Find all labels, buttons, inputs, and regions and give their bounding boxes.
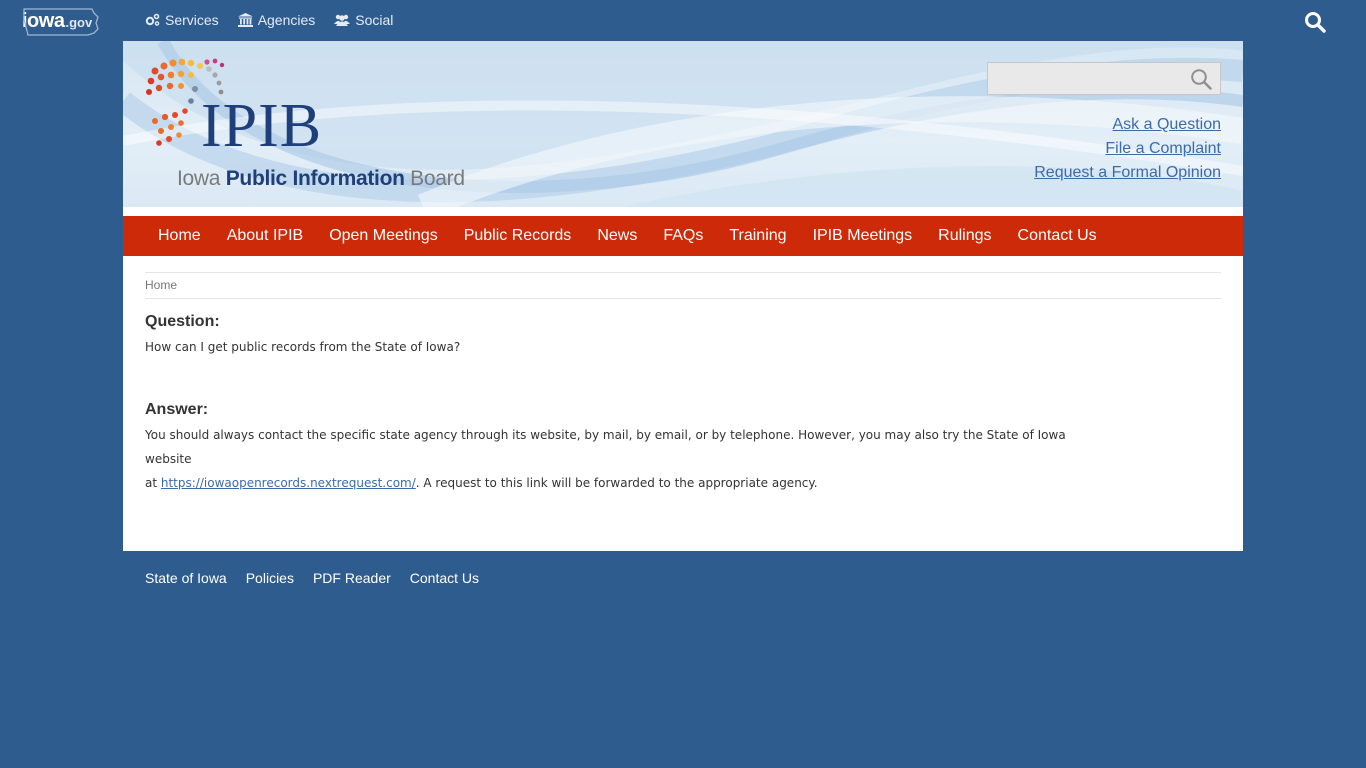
logo-sub-part-2: Public Information [225, 167, 405, 190]
answer-suffix: . A request to this link will be forward… [415, 476, 818, 490]
ask-a-question-link[interactable]: Ask a Question [1034, 113, 1222, 137]
answer-text: You should always contact the specific s… [145, 423, 1095, 495]
footer-state-of-iowa[interactable]: State of Iowa [145, 570, 227, 586]
footer-links: State of Iowa Policies PDF Reader Contac… [145, 570, 479, 586]
nav-home[interactable]: Home [158, 227, 201, 245]
breadcrumb: Home [145, 272, 1221, 299]
nav-open-meetings[interactable]: Open Meetings [329, 227, 438, 245]
breadcrumb-home[interactable]: Home [145, 278, 177, 292]
footer-pdf-reader[interactable]: PDF Reader [313, 570, 391, 586]
ipib-logo-title: IPIB [201, 92, 323, 160]
answer-heading: Answer: [145, 401, 209, 418]
nav-about-ipib[interactable]: About IPIB [227, 227, 304, 245]
question-heading: Question: [145, 313, 220, 330]
page-container: IPIB Iowa Public Information Board Ask a… [123, 41, 1243, 551]
question-text: How can I get public records from the St… [145, 340, 461, 354]
ipib-logo-subtitle: Iowa Public Information Board [177, 167, 465, 191]
request-formal-opinion-link[interactable]: Request a Formal Opinion [1034, 161, 1221, 185]
iowa-open-records-link[interactable]: https://iowaopenrecords.nextrequest.com/ [161, 476, 416, 490]
topnav-agencies-label: Agencies [257, 12, 316, 28]
topnav-social-label: Social [355, 12, 394, 28]
top-bar: iowa .gov Services Agencies Social [0, 0, 1366, 41]
site-search-box [987, 62, 1221, 95]
footer-contact-us[interactable]: Contact Us [410, 570, 479, 586]
quick-links: Ask a Question File a Complaint Request … [1034, 113, 1221, 185]
top-search-button[interactable] [1304, 11, 1326, 33]
search-icon[interactable] [1190, 68, 1212, 90]
topnav-agencies[interactable]: Agencies [237, 12, 316, 28]
topnav-services[interactable]: Services [145, 12, 219, 28]
search-icon [1305, 12, 1326, 33]
iowa-gov-logo[interactable]: iowa .gov [22, 5, 102, 37]
gears-icon [145, 13, 160, 26]
nav-ipib-meetings[interactable]: IPIB Meetings [813, 227, 913, 245]
users-icon [334, 14, 351, 26]
nav-faqs[interactable]: FAQs [663, 227, 703, 245]
answer-prefix: at [145, 476, 161, 490]
file-a-complaint-link[interactable]: File a Complaint [1034, 137, 1221, 161]
topnav-services-label: Services [165, 12, 219, 28]
nav-rulings[interactable]: Rulings [938, 227, 991, 245]
ipib-logo[interactable]: IPIB Iowa Public Information Board [145, 57, 475, 190]
footer-policies[interactable]: Policies [246, 570, 294, 586]
nav-public-records[interactable]: Public Records [464, 227, 572, 245]
site-search-input[interactable] [988, 63, 1199, 94]
building-icon [237, 13, 253, 27]
nav-contact-us[interactable]: Contact Us [1018, 227, 1097, 245]
nav-news[interactable]: News [597, 227, 637, 245]
main-nav: Home About IPIB Open Meetings Public Rec… [123, 216, 1243, 256]
nav-training[interactable]: Training [729, 227, 786, 245]
logo-sub-part-3: Board [404, 167, 465, 190]
site-banner: IPIB Iowa Public Information Board Ask a… [123, 41, 1243, 207]
top-nav: Services Agencies Social [145, 12, 393, 28]
answer-line-1: You should always contact the specific s… [145, 428, 1066, 466]
logo-sub-part-1: Iowa [177, 167, 226, 190]
topnav-social[interactable]: Social [334, 12, 393, 28]
iowa-logo-suffix: .gov [65, 15, 93, 30]
